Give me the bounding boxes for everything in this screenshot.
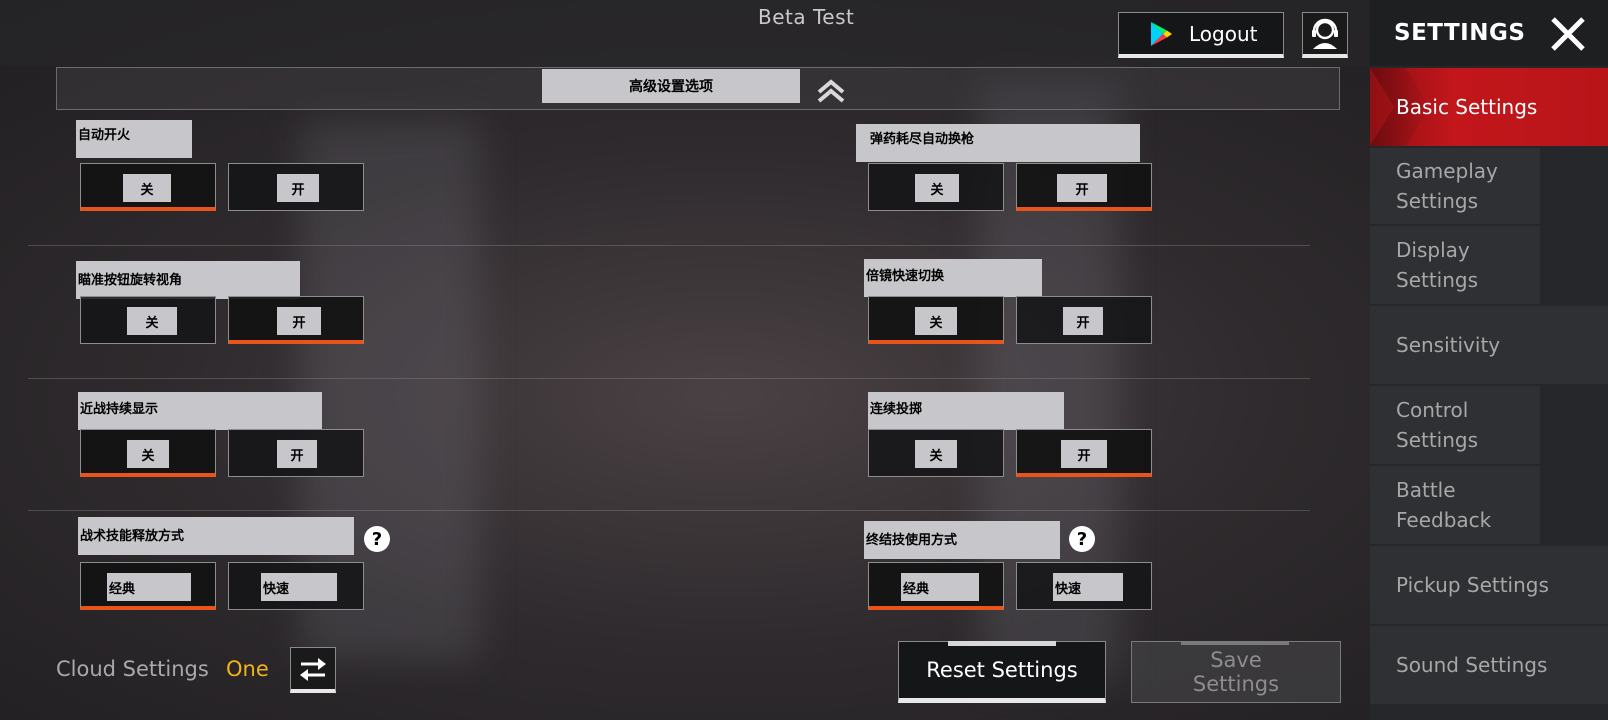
aim-rotate-on-option[interactable]: 开 <box>228 296 364 344</box>
option-label: 经典 <box>107 573 191 601</box>
advanced-settings-title: 高级设置选项 <box>542 69 800 103</box>
option-label: 开 <box>1061 440 1107 468</box>
reset-settings-button[interactable]: Reset Settings <box>898 641 1106 703</box>
melee-persistent-display-label: 近战持续显示 <box>78 392 322 430</box>
melee-display-on-option[interactable]: 开 <box>228 429 364 477</box>
sidebar-item-sound-settings[interactable]: Sound Settings <box>1370 626 1608 704</box>
button-accent <box>1181 641 1289 645</box>
logout-label: Logout <box>1189 21 1258 46</box>
sidebar-item-label: Battle Feedback <box>1396 478 1492 532</box>
sidebar-title: SETTINGS <box>1394 20 1526 46</box>
option-label: 开 <box>277 174 319 202</box>
row-divider <box>28 510 1310 511</box>
save-label-line2: Settings <box>1192 672 1280 696</box>
auto-fire-label: 自动开火 <box>76 120 192 158</box>
sidebar-item-label: Pickup Settings <box>1396 573 1549 597</box>
option-label: 关 <box>127 440 169 468</box>
sidebar-item-battle-feedback[interactable]: Battle Feedback <box>1370 466 1540 544</box>
cloud-settings-value: One <box>226 657 269 681</box>
tactical-skill-release-label: 战术技能释放方式 <box>78 517 354 555</box>
finisher-usage-label: 终结技使用方式 <box>864 521 1060 559</box>
option-label: 快速 <box>1053 573 1123 601</box>
scope-switch-off-option[interactable]: 关 <box>868 296 1004 344</box>
help-icon[interactable]: ? <box>364 526 390 552</box>
option-label: 关 <box>123 174 171 202</box>
melee-display-off-option[interactable]: 关 <box>80 429 216 477</box>
row-divider <box>28 245 1310 246</box>
tactical-quick-option[interactable]: 快速 <box>228 562 364 610</box>
headset-support-icon <box>1312 18 1338 49</box>
close-icon[interactable] <box>1548 14 1588 54</box>
sidebar-item-basic-settings[interactable]: Basic Settings <box>1370 68 1608 146</box>
option-label: 关 <box>915 307 957 335</box>
option-label: 经典 <box>901 573 979 601</box>
finisher-quick-option[interactable]: 快速 <box>1016 562 1152 610</box>
save-settings-button[interactable]: Save Settings <box>1131 641 1341 703</box>
option-label: 关 <box>915 440 957 468</box>
scope-switch-on-option[interactable]: 开 <box>1016 296 1152 344</box>
chevron-up-double-icon[interactable] <box>816 78 846 104</box>
button-accent <box>948 641 1056 646</box>
auto-fire-on-option[interactable]: 开 <box>228 163 364 211</box>
sidebar-header: SETTINGS <box>1370 0 1608 66</box>
aim-rotate-off-option[interactable]: 关 <box>80 296 216 344</box>
cloud-settings-label: Cloud Settings <box>56 657 209 681</box>
auto-switch-on-option[interactable]: 开 <box>1016 163 1152 211</box>
sidebar-item-sensitivity[interactable]: Sensitivity <box>1370 306 1608 384</box>
sidebar-item-label: Basic Settings <box>1396 95 1538 119</box>
sidebar-item-display-settings[interactable]: Display Settings <box>1370 226 1540 304</box>
aim-rotate-view-label: 瞄准按钮旋转视角 <box>76 261 300 299</box>
sidebar-item-label: Display Settings <box>1396 238 1479 292</box>
beta-test-title: Beta Test <box>758 5 855 29</box>
sidebar-item-gameplay-settings[interactable]: Gameplay Settings <box>1370 148 1540 224</box>
sidebar-item-label: Sound Settings <box>1396 653 1548 677</box>
option-label: 关 <box>127 307 177 335</box>
save-label-line1: Save <box>1210 648 1262 672</box>
google-play-icon <box>1151 21 1172 46</box>
swap-arrows-icon <box>300 657 326 681</box>
option-label: 开 <box>277 307 321 335</box>
option-label: 开 <box>1063 307 1103 335</box>
settings-sidebar: SETTINGS Basic Settings Gameplay Setting… <box>1370 0 1608 720</box>
continuous-throw-off-option[interactable]: 关 <box>868 429 1004 477</box>
scope-quick-switch-label: 倍镜快速切换 <box>864 259 1042 297</box>
sidebar-item-label: Control Settings <box>1396 398 1479 452</box>
sidebar-item-label: Sensitivity <box>1396 333 1501 357</box>
auto-switch-weapon-label: 弹药耗尽自动换枪 <box>856 124 1140 162</box>
continuous-throw-on-option[interactable]: 开 <box>1016 429 1152 477</box>
continuous-throw-label: 连续投掷 <box>868 392 1064 430</box>
tactical-classic-option[interactable]: 经典 <box>80 562 216 610</box>
sidebar-item-pickup-settings[interactable]: Pickup Settings <box>1370 546 1608 624</box>
sidebar-item-control-settings[interactable]: Control Settings <box>1370 386 1540 464</box>
option-label: 开 <box>1057 174 1107 202</box>
option-label: 快速 <box>261 573 337 601</box>
option-label: 关 <box>915 174 959 202</box>
finisher-classic-option[interactable]: 经典 <box>868 562 1004 610</box>
support-button[interactable] <box>1302 12 1348 58</box>
option-label: 开 <box>277 440 317 468</box>
auto-fire-off-option[interactable]: 关 <box>80 163 216 211</box>
row-divider <box>28 378 1310 379</box>
help-icon[interactable]: ? <box>1069 526 1095 552</box>
auto-switch-off-option[interactable]: 关 <box>868 163 1004 211</box>
cloud-swap-button[interactable] <box>290 647 336 693</box>
logout-button[interactable]: Logout <box>1118 12 1284 58</box>
sidebar-item-label: Gameplay Settings <box>1396 159 1498 213</box>
